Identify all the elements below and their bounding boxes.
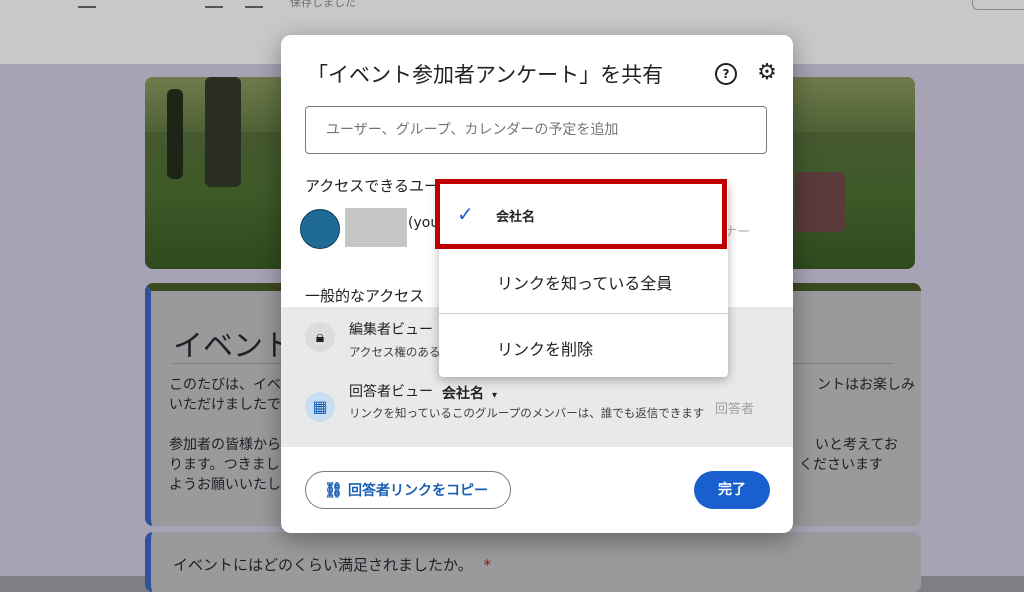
caret-down-icon: ▾ [492, 390, 498, 401]
highlight-annotation [435, 179, 727, 249]
general-access-label: 一般的なアクセス [305, 287, 425, 305]
done-button[interactable]: 完了 [694, 471, 770, 509]
top-toolbar-icon [205, 0, 223, 8]
redacted-name [345, 208, 407, 247]
top-toolbar-icon [245, 0, 263, 8]
menu-item-anyone-with-link[interactable]: リンクを知っている全員 [439, 248, 728, 313]
copy-responder-link-button[interactable]: ⛓ 回答者リンクをコピー [305, 471, 511, 509]
link-icon: ⛓ [324, 481, 344, 499]
help-icon[interactable]: ? [715, 63, 737, 85]
top-toolbar-icon [78, 0, 96, 8]
question-card: イベントにはどのくらい満足されましたか。 * [145, 532, 921, 592]
dialog-title: 「イベント参加者アンケート」を共有 [307, 63, 664, 87]
menu-item-remove-link[interactable]: リンクを削除 [439, 313, 728, 378]
editor-view-title: 編集者ビュー [349, 322, 433, 338]
form-title: イベント [173, 329, 293, 364]
building-icon: ▦ [305, 392, 335, 422]
responder-view-description: リンクを知っているこのグループのメンバーは、誰でも返信できます [349, 406, 705, 420]
responder-role[interactable]: 回答者 [715, 398, 754, 417]
lock-icon: 🔒︎ [305, 322, 335, 352]
responder-view-title: 回答者ビュー [349, 384, 433, 400]
responder-access-select[interactable]: 会社名 ▾ [442, 383, 497, 403]
saved-status: 保存しました [290, 0, 356, 9]
form-description: 参加者の皆様から ります。つきまし ようお願いいたし [169, 437, 281, 493]
avatar [300, 209, 340, 249]
gear-icon[interactable]: ⚙ [755, 61, 779, 85]
top-action-button [972, 0, 1024, 10]
add-people-input[interactable] [305, 106, 767, 154]
question-title: イベントにはどのくらい満足されましたか。 * [173, 556, 491, 574]
form-description: いと考えてお くださいます [799, 437, 898, 473]
form-description: ントはお楽しみ [817, 377, 915, 393]
form-description: このたびは、イベ いただけましたで [169, 377, 281, 413]
